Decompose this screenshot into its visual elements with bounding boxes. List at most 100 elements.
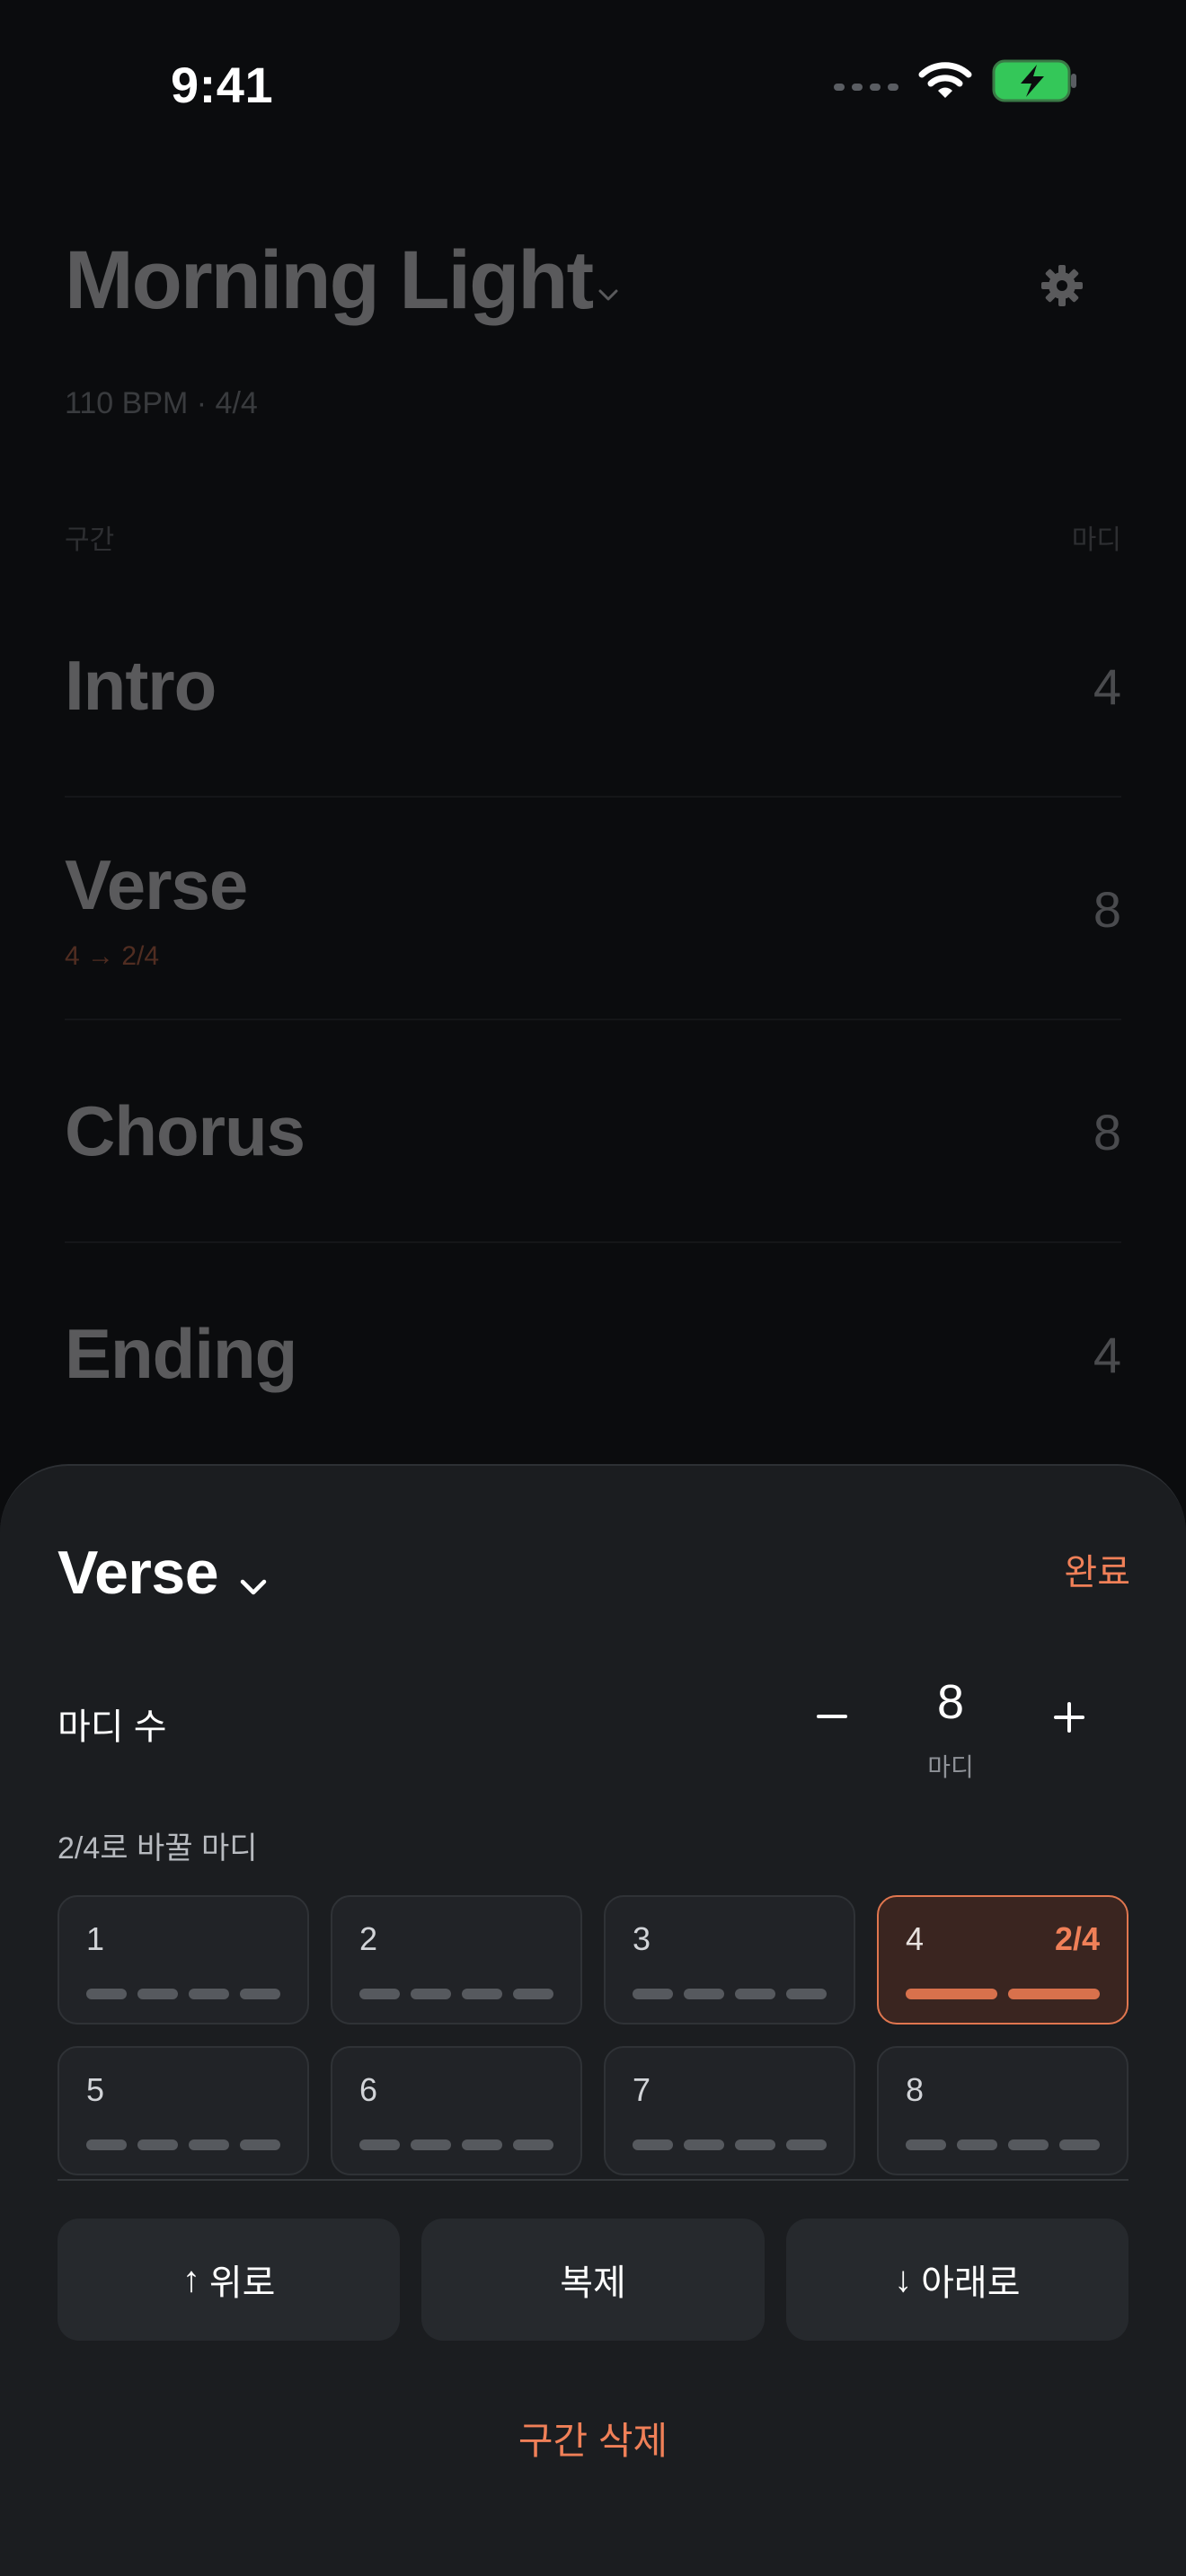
wifi-icon xyxy=(918,62,972,98)
duplicate-button[interactable]: 복제 xyxy=(421,2219,765,2341)
beat-mark xyxy=(189,1989,229,1999)
move-down-label: 아래로 xyxy=(921,2263,1021,2303)
section-time-change: 4 → 2/4 xyxy=(65,941,160,971)
increment-button[interactable] xyxy=(1033,1681,1105,1753)
beat-mark xyxy=(735,1989,775,1999)
chevron-down-icon[interactable] xyxy=(597,284,620,307)
beat-mark xyxy=(1008,1989,1100,1999)
beat-mark xyxy=(1059,2139,1100,2150)
section-row-intro[interactable]: Intro 4 xyxy=(65,575,1121,798)
song-meta: 110 BPM · 4/4 xyxy=(65,386,258,420)
beat-mark xyxy=(957,2139,997,2150)
section-bars: 8 xyxy=(1093,881,1121,938)
beat-mark xyxy=(86,2139,127,2150)
measure-number: 5 xyxy=(86,2071,105,2108)
measure-card-1[interactable]: 1 xyxy=(58,1895,309,2025)
screen: Morning Light 110 BPM · 4/4 구간 마디 Intro … xyxy=(0,0,1186,2576)
measure-number: 3 xyxy=(633,1920,651,1957)
beat-mark xyxy=(513,2139,553,2150)
beat-mark xyxy=(513,1989,553,1999)
song-view: Morning Light 110 BPM · 4/4 구간 마디 Intro … xyxy=(0,0,1186,1473)
beat-mark xyxy=(411,2139,451,2150)
beat-mark xyxy=(633,1989,673,1999)
section-bars: 8 xyxy=(1093,1104,1121,1160)
plus-icon xyxy=(1054,1702,1084,1733)
beat-indicator xyxy=(86,2139,280,2150)
divider xyxy=(58,2179,1128,2181)
duplicate-label: 복제 xyxy=(560,2263,626,2303)
beat-indicator xyxy=(633,2139,827,2150)
status-bar: 9:41 xyxy=(0,0,1186,171)
beat-mark xyxy=(906,2139,946,2150)
beat-mark xyxy=(786,1989,827,1999)
bar-count-value: 8 xyxy=(936,1675,965,1729)
beat-mark xyxy=(633,2139,673,2150)
measure-card-8[interactable]: 8 xyxy=(877,2046,1128,2175)
chevron-down-icon[interactable] xyxy=(237,1574,270,1601)
section-row-ending[interactable]: Ending 4 xyxy=(65,1243,1121,1464)
arrow-down-icon: ↓ xyxy=(894,2259,913,2299)
beat-indicator xyxy=(359,2139,553,2150)
measure-card-6[interactable]: 6 xyxy=(331,2046,582,2175)
switch-measures-label: 2/4로 바꿀 마디 xyxy=(58,1831,258,1866)
beat-mark xyxy=(411,1989,451,1999)
section-name: Chorus xyxy=(65,1091,305,1170)
beat-mark xyxy=(786,2139,827,2150)
minus-icon xyxy=(817,1715,847,1718)
section-name: Ending xyxy=(65,1314,297,1393)
cellular-signal-icon xyxy=(834,84,898,91)
measure-card-2[interactable]: 2 xyxy=(331,1895,582,2025)
bar-count-label: 마디 수 xyxy=(58,1707,167,1747)
time-signature-badge: 2/4 xyxy=(1054,1920,1100,1957)
beat-mark xyxy=(189,2139,229,2150)
measure-number: 4 xyxy=(906,1920,925,1957)
beat-indicator xyxy=(633,1989,827,1999)
section-name: Verse xyxy=(65,845,248,924)
sheet-title[interactable]: Verse xyxy=(58,1538,219,1608)
column-header-section: 구간 xyxy=(65,525,115,555)
beat-mark xyxy=(359,2139,400,2150)
beat-mark xyxy=(137,2139,178,2150)
section-row-verse[interactable]: Verse 8 4 → 2/4 xyxy=(65,798,1121,1020)
move-down-button[interactable]: ↓ 아래로 xyxy=(785,2219,1128,2341)
move-up-label: 위로 xyxy=(208,2263,276,2303)
section-edit-sheet: Verse 완료 마디 수 8 마디 2/4로 바꿀 마디 1 2 3 4 2/4 5 6 7… xyxy=(0,1464,1186,2576)
status-time: 9:41 xyxy=(171,57,274,113)
arrow-up-icon: ↑ xyxy=(181,2259,200,2299)
section-bars: 4 xyxy=(1093,1327,1121,1383)
beat-mark xyxy=(240,2139,280,2150)
measure-grid: 1 2 3 4 2/4 5 6 7 8 xyxy=(58,1895,1128,2175)
beat-indicator xyxy=(906,1989,1100,1999)
beat-mark xyxy=(1008,2139,1049,2150)
measure-card-5[interactable]: 5 xyxy=(58,2046,309,2175)
beat-mark xyxy=(240,1989,280,1999)
status-icons xyxy=(834,59,1078,102)
measure-number: 2 xyxy=(359,1920,378,1957)
section-bars: 4 xyxy=(1093,658,1121,715)
beat-indicator xyxy=(86,1989,280,1999)
decrement-button[interactable] xyxy=(796,1681,868,1753)
bar-count-unit: 마디 xyxy=(927,1753,974,1781)
measure-number: 6 xyxy=(359,2071,378,2108)
gear-icon[interactable] xyxy=(1039,262,1085,309)
song-title[interactable]: Morning Light xyxy=(65,234,594,328)
beat-mark xyxy=(137,1989,178,1999)
move-up-button[interactable]: ↑ 위로 xyxy=(58,2219,401,2341)
beat-mark xyxy=(906,1989,997,1999)
done-button[interactable]: 완료 xyxy=(1064,1543,1130,1595)
beat-mark xyxy=(684,2139,724,2150)
measure-card-3[interactable]: 3 xyxy=(604,1895,855,2025)
delete-section-button[interactable]: 구간 삭제 xyxy=(0,2411,1186,2466)
beat-indicator xyxy=(906,2139,1100,2150)
action-row: ↑ 위로 복제 ↓ 아래로 xyxy=(58,2219,1128,2341)
beat-indicator xyxy=(359,1989,553,1999)
measure-number: 1 xyxy=(86,1920,105,1957)
measure-card-4[interactable]: 4 2/4 xyxy=(877,1895,1128,2025)
section-row-chorus[interactable]: Chorus 8 xyxy=(65,1020,1121,1243)
measure-card-7[interactable]: 7 xyxy=(604,2046,855,2175)
beat-mark xyxy=(684,1989,724,1999)
beat-mark xyxy=(86,1989,127,1999)
beat-mark xyxy=(462,2139,502,2150)
measure-number: 7 xyxy=(633,2071,651,2108)
column-header-bars: 마디 xyxy=(1071,525,1121,555)
